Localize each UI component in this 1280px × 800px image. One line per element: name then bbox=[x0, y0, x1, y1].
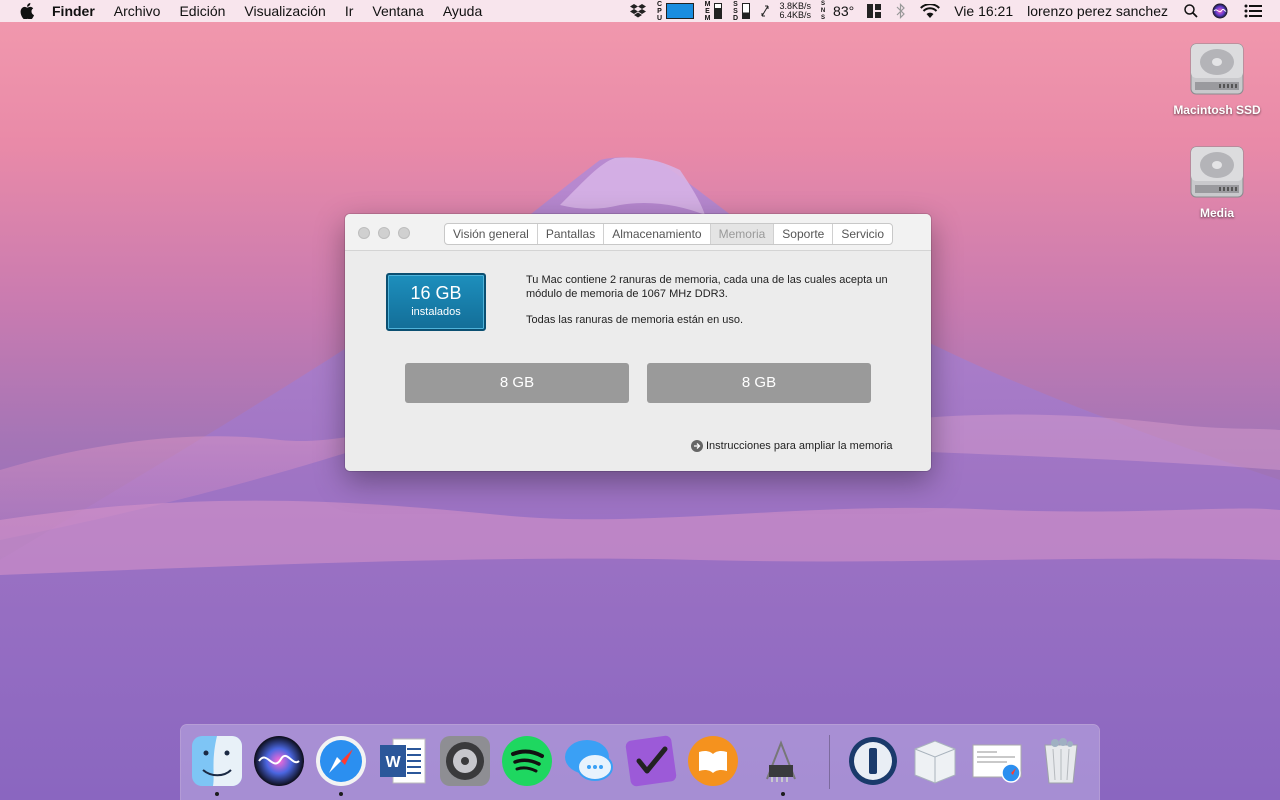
upgrade-instructions-label: Instrucciones para ampliar la memoria bbox=[706, 440, 893, 452]
bluetooth-icon[interactable] bbox=[896, 3, 906, 19]
memory-chip-badge: 16 GB instalados bbox=[386, 273, 486, 331]
menu-bar: Finder Archivo Edición Visualización Ir … bbox=[0, 0, 1280, 22]
spotlight-search-icon[interactable] bbox=[1184, 4, 1198, 18]
package-icon[interactable] bbox=[909, 735, 961, 787]
apple-menu-icon[interactable] bbox=[18, 2, 36, 20]
disk-monitor-icon[interactable]: SSD bbox=[732, 1, 750, 22]
safari-document-icon[interactable] bbox=[971, 735, 1023, 787]
menu-visualizacion[interactable]: Visualización bbox=[244, 3, 325, 19]
zoom-button[interactable] bbox=[398, 227, 410, 239]
system-preferences-icon[interactable] bbox=[439, 735, 491, 787]
running-indicator bbox=[781, 792, 785, 796]
upgrade-instructions-link[interactable]: Instrucciones para ampliar la memoria bbox=[691, 440, 892, 452]
about-this-mac-window: Visión general Pantallas Almacenamiento … bbox=[345, 214, 931, 471]
dropbox-icon[interactable] bbox=[629, 4, 646, 18]
notification-center-icon[interactable] bbox=[1244, 4, 1262, 18]
network-speed[interactable]: 3.8KB/s 6.4KB/s bbox=[780, 2, 812, 20]
memory-description-slots: Tu Mac contiene 2 ranuras de memoria, ca… bbox=[526, 274, 888, 300]
memory-slot-1: 8 GB bbox=[405, 363, 629, 403]
messages-icon[interactable] bbox=[563, 735, 615, 787]
menu-edicion[interactable]: Edición bbox=[179, 3, 225, 19]
tab-almacenamiento[interactable]: Almacenamiento bbox=[604, 224, 711, 244]
memory-monitor-icon[interactable]: MEM bbox=[704, 1, 722, 22]
tab-bar: Visión general Pantallas Almacenamiento … bbox=[444, 223, 894, 245]
memory-slot-2: 8 GB bbox=[647, 363, 871, 403]
temperature-readout[interactable]: 83° bbox=[833, 3, 854, 19]
network-down-speed: 6.4KB/s bbox=[779, 10, 812, 20]
sensor-icon: SNS bbox=[820, 0, 826, 21]
network-arrows-icon bbox=[760, 4, 770, 18]
memory-description: Tu Mac contiene 2 ranuras de memoria, ca… bbox=[526, 273, 926, 339]
menu-ir[interactable]: Ir bbox=[345, 3, 354, 19]
tab-memoria[interactable]: Memoria bbox=[710, 224, 775, 244]
close-button[interactable] bbox=[358, 227, 370, 239]
dock-separator bbox=[829, 735, 830, 789]
trash-icon[interactable] bbox=[1035, 735, 1087, 787]
svg-text:W: W bbox=[385, 754, 401, 771]
spotify-icon[interactable] bbox=[501, 735, 553, 787]
wifi-icon[interactable] bbox=[920, 3, 941, 19]
tab-pantallas[interactable]: Pantallas bbox=[538, 224, 605, 244]
ibooks-icon[interactable] bbox=[687, 735, 739, 787]
memory-description-usage: Todas las ranuras de memoria están en us… bbox=[526, 314, 744, 326]
cpu-monitor-icon[interactable]: CPU bbox=[656, 1, 694, 22]
menubar-clock[interactable]: Vie 16:21 bbox=[954, 3, 1013, 19]
siri-menubar-icon[interactable] bbox=[1212, 3, 1228, 19]
menu-archivo[interactable]: Archivo bbox=[114, 3, 161, 19]
tab-soporte[interactable]: Soporte bbox=[774, 224, 834, 244]
menubar-user[interactable]: lorenzo perez sanchez bbox=[1027, 3, 1168, 19]
memory-panel: 16 GB instalados Tu Mac contiene 2 ranur… bbox=[345, 251, 931, 471]
memory-size-label: instalados bbox=[411, 306, 461, 318]
menu-ayuda[interactable]: Ayuda bbox=[443, 3, 482, 19]
running-indicator bbox=[215, 792, 219, 796]
safari-icon[interactable] bbox=[315, 735, 367, 787]
1password-icon[interactable] bbox=[847, 735, 899, 787]
hard-drive-icon bbox=[1190, 146, 1244, 198]
window-titlebar[interactable]: Visión general Pantallas Almacenamiento … bbox=[345, 214, 931, 251]
desktop-icon-media[interactable]: Media bbox=[1162, 143, 1272, 220]
tab-vision-general[interactable]: Visión general bbox=[445, 224, 538, 244]
siri-icon[interactable] bbox=[253, 735, 305, 787]
dock: W bbox=[181, 725, 1099, 800]
memory-size: 16 GB bbox=[410, 283, 462, 303]
desktop-icon-label: Macintosh SSD bbox=[1173, 103, 1261, 117]
minimize-button[interactable] bbox=[378, 227, 390, 239]
arrow-circle-icon bbox=[691, 440, 703, 452]
finder-icon[interactable] bbox=[191, 735, 243, 787]
omnifocus-icon[interactable] bbox=[625, 735, 677, 787]
window-manager-icon[interactable] bbox=[866, 3, 882, 19]
menu-ventana[interactable]: Ventana bbox=[372, 3, 423, 19]
hard-drive-icon bbox=[1190, 43, 1244, 95]
system-information-icon[interactable] bbox=[755, 735, 807, 787]
running-indicator bbox=[339, 792, 343, 796]
menu-app-finder[interactable]: Finder bbox=[52, 3, 95, 19]
desktop-icon-label: Media bbox=[1199, 206, 1234, 220]
desktop-icon-macintosh-ssd[interactable]: Macintosh SSD bbox=[1162, 40, 1272, 117]
word-icon[interactable]: W bbox=[377, 735, 429, 787]
tab-servicio[interactable]: Servicio bbox=[833, 224, 892, 244]
